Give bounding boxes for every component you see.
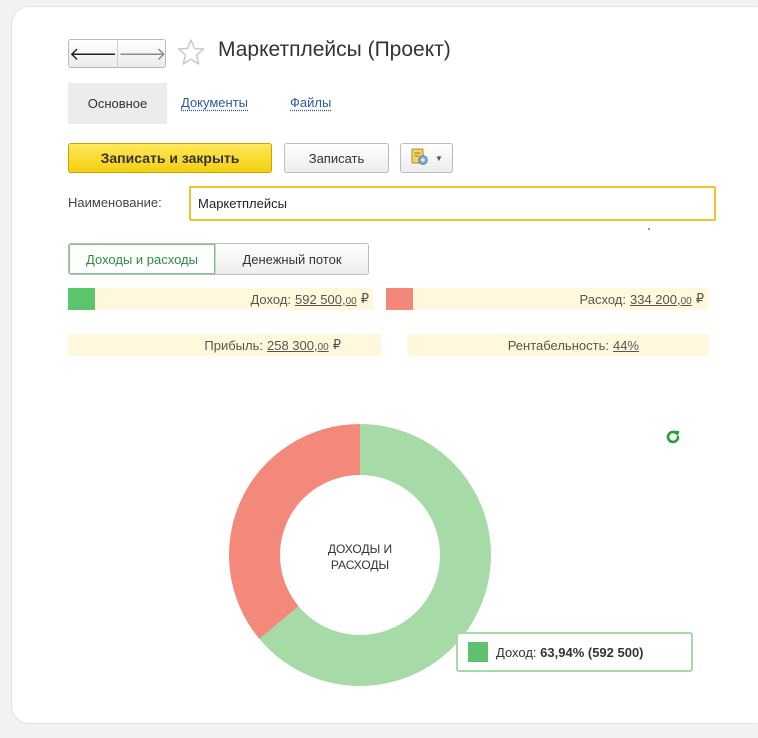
income-value-link[interactable]: 592 500,00	[295, 292, 357, 307]
expense-currency: ₽	[695, 291, 704, 306]
forward-arrow-icon[interactable]: 🡒	[117, 40, 167, 67]
tooltip-value: 63,94% (592 500)	[540, 644, 644, 660]
back-arrow-icon[interactable]: 🡐	[69, 40, 117, 67]
chart-title-line-2: РАСХОДЫ	[331, 558, 389, 572]
expense-value: 334 200,	[629, 291, 681, 307]
expense-color-swatch	[386, 288, 413, 310]
page-title: Маркетплейсы (Проект)	[218, 38, 451, 61]
divider-dot	[648, 228, 650, 230]
income-expense-chart: ДОХОДЫ И РАСХОДЫ	[228, 423, 492, 687]
save-and-close-button[interactable]: Записать и закрыть	[68, 143, 272, 173]
income-label: Доход:	[250, 291, 291, 307]
switch-cash-flow[interactable]: Денежный поток	[215, 244, 368, 274]
profitability-summary: Рентабельность: 44%	[407, 334, 709, 356]
chart-tooltip: Доход: 63,94% (592 500)	[456, 632, 693, 672]
profit-cents: 00	[317, 341, 329, 353]
income-cents: 00	[345, 295, 357, 307]
income-color-swatch	[68, 288, 95, 310]
profit-value: 258 300,	[266, 337, 318, 353]
profit-label: Прибыль:	[204, 337, 263, 353]
expense-label: Расход:	[579, 291, 626, 307]
profit-summary: Прибыль: 258 300,00 ₽	[68, 334, 381, 356]
profit-currency: ₽	[332, 337, 341, 352]
name-input[interactable]	[189, 186, 716, 221]
expense-cents: 00	[680, 295, 692, 307]
save-button[interactable]: Записать	[284, 143, 389, 173]
chart-title-line-1: ДОХОДЫ И	[328, 542, 392, 556]
tab-documents[interactable]: Документы	[181, 95, 248, 110]
income-summary: Доход: 592 500,00 ₽	[95, 288, 373, 310]
chevron-down-icon: ▼	[435, 153, 443, 163]
tooltip-series-label: Доход:	[496, 644, 537, 660]
income-value: 592 500,	[294, 291, 346, 307]
switch-income-expense[interactable]: Доходы и расходы	[69, 244, 215, 274]
tooltip-text: Доход: 63,94% (592 500)	[496, 645, 644, 660]
profitability-value[interactable]: 44%	[613, 338, 639, 353]
name-field-label: Наименование:	[68, 195, 162, 210]
profitability-label: Рентабельность:	[507, 337, 609, 353]
favorite-star-icon[interactable]	[176, 37, 206, 67]
expense-value-link[interactable]: 334 200,00	[630, 292, 692, 307]
refresh-icon[interactable]	[664, 428, 682, 446]
expense-summary: Расход: 334 200,00 ₽	[413, 288, 708, 310]
income-currency: ₽	[360, 291, 369, 306]
tab-main[interactable]: Основное	[68, 83, 167, 124]
report-settings-icon	[410, 148, 430, 169]
donut-slice-expense[interactable]	[228, 424, 360, 639]
tab-files[interactable]: Файлы	[290, 95, 331, 110]
history-nav: 🡐 🡒	[68, 39, 167, 68]
tooltip-color-swatch	[468, 642, 488, 662]
profit-value-link[interactable]: 258 300,00	[267, 338, 329, 353]
more-actions-button[interactable]: ▼	[400, 143, 453, 173]
view-switcher: Доходы и расходы Денежный поток	[68, 243, 369, 275]
